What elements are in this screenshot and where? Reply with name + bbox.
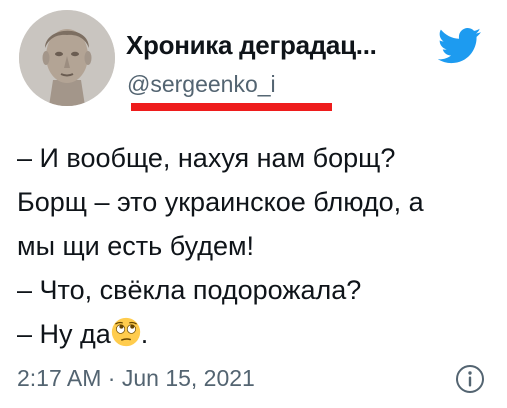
twitter-bird-icon[interactable]: [438, 28, 482, 64]
tweet-trailing-period: .: [140, 319, 149, 349]
tweet-line-5-text: – Ну да: [17, 319, 111, 349]
tweet-meta: 2:17 AM · Jun 15, 2021: [17, 365, 255, 392]
tweet-line-1: – И вообще, нахуя нам борщ?: [17, 143, 396, 173]
info-icon[interactable]: [454, 363, 486, 395]
classical-bust-avatar-icon: [19, 10, 115, 106]
face-with-rolling-eyes-icon: [111, 317, 140, 347]
avatar[interactable]: [19, 10, 115, 106]
author-display-name[interactable]: Хроника деградац...: [126, 30, 377, 61]
tweet-header: Хроника деградац... @sergeenko_i: [16, 10, 491, 111]
red-underline-mark: [131, 103, 332, 111]
tweet-date[interactable]: Jun 15, 2021: [122, 365, 255, 391]
tweet-line-5: – Ну да .: [17, 312, 497, 356]
author-handle[interactable]: @sergeenko_i: [127, 71, 276, 98]
tweet-line-4: – Что, свёкла подорожала?: [17, 275, 362, 305]
meta-separator: ·: [107, 365, 116, 391]
tweet-text: – И вообще, нахуя нам борщ? Борщ – это у…: [17, 136, 497, 356]
tweet-time[interactable]: 2:17 AM: [17, 365, 101, 391]
tweet-line-3: мы щи есть будем!: [17, 231, 255, 261]
tweet-card: Хроника деградац... @sergeenko_i – И воо…: [0, 0, 507, 408]
tweet-line-2: Борщ – это украинское блюдо, а: [17, 187, 424, 217]
